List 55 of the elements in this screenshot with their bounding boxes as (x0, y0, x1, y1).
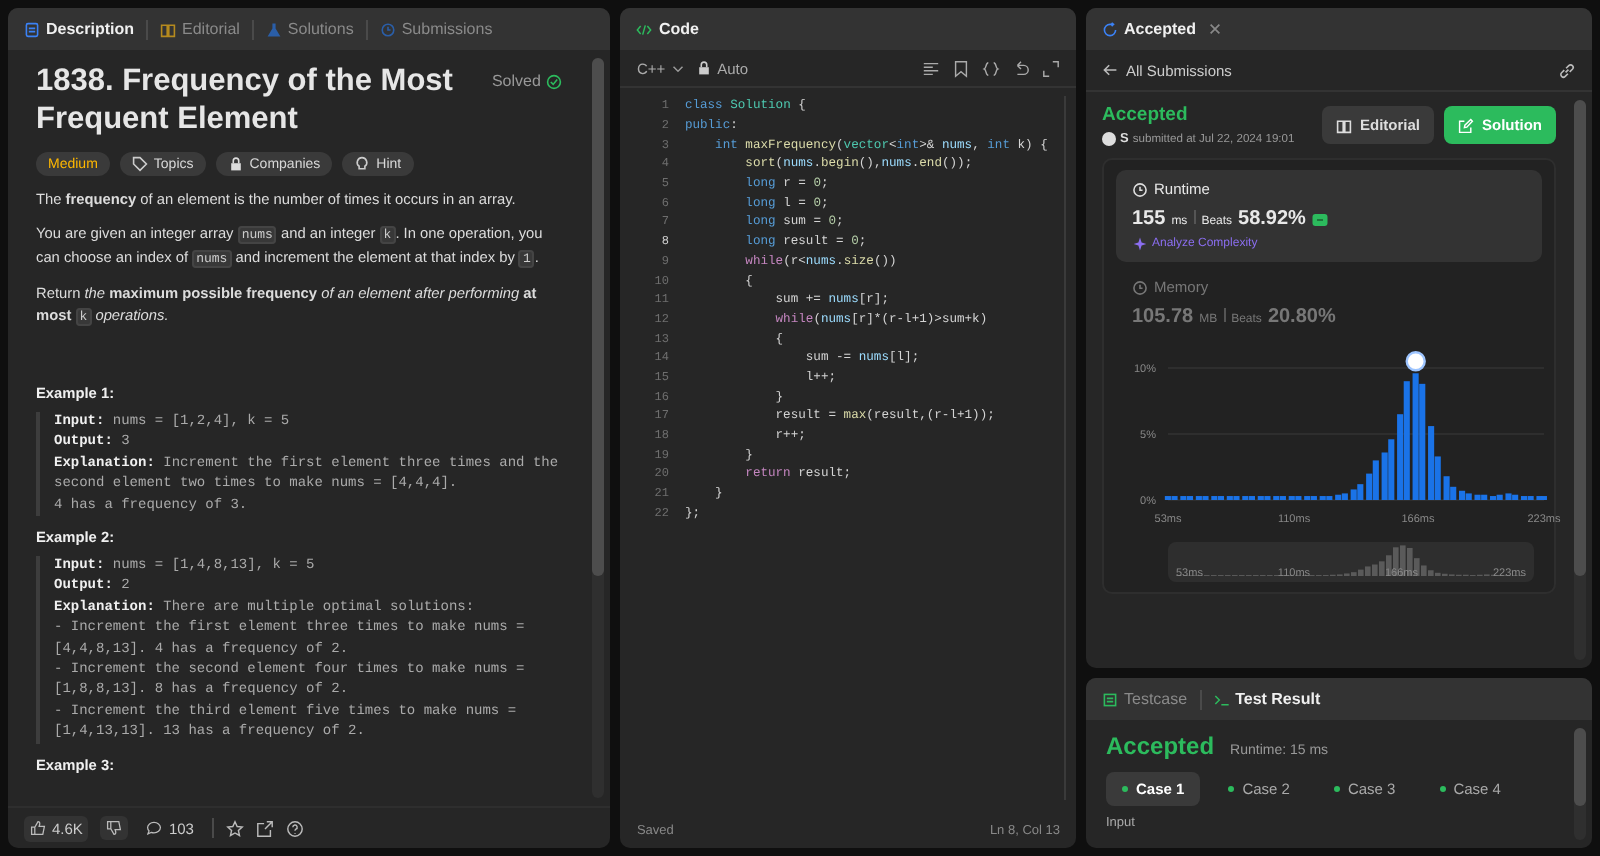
solved-status: Solved (491, 72, 563, 90)
help-icon[interactable] (285, 819, 304, 837)
metric-value: 155 (1132, 208, 1166, 230)
problem-title: 1838. Frequency of the Most Frequent Element (36, 62, 455, 138)
panel-title: Code (632, 20, 703, 38)
document-icon (24, 21, 40, 37)
scrollbar[interactable] (592, 58, 605, 798)
close-icon[interactable] (1208, 22, 1223, 36)
expand-icon[interactable] (1042, 59, 1060, 77)
clock-icon (1132, 181, 1148, 197)
code-icon (636, 21, 653, 37)
panel-tab[interactable]: Description (20, 20, 139, 38)
tag-icon (131, 156, 148, 172)
panel-tab[interactable]: Test Result (1209, 690, 1325, 708)
avatar (1102, 132, 1116, 146)
thumbs-down-icon (106, 820, 123, 836)
dislike-button[interactable] (100, 816, 129, 840)
edit-icon (1458, 117, 1474, 133)
braces-icon[interactable] (982, 59, 1000, 77)
sparkle-icon (1132, 236, 1148, 252)
bookmark-icon[interactable] (952, 59, 970, 77)
star-icon[interactable] (225, 819, 244, 837)
check-circle-icon (546, 73, 563, 89)
lightbulb-icon (354, 156, 371, 172)
verdict-text: Accepted (1106, 732, 1215, 760)
metric-value: 105.78 (1132, 306, 1194, 328)
panel-tab[interactable]: Editorial (156, 20, 244, 38)
beats-percent: 58.92% (1238, 208, 1306, 230)
caret-icon (671, 63, 684, 73)
lock-icon (227, 156, 244, 172)
share-icon[interactable] (255, 819, 274, 837)
checklist-icon (1102, 691, 1118, 707)
back-arrow-icon (1102, 62, 1118, 78)
speech-bubble-icon (146, 820, 163, 836)
book-icon (160, 21, 177, 37)
verdict-text: Accepted (1102, 104, 1190, 126)
format-icon[interactable] (922, 59, 940, 77)
link-icon[interactable] (1558, 61, 1576, 79)
book-icon (1335, 117, 1352, 133)
panel-tab[interactable]: Submissions (375, 20, 497, 38)
lock-icon (695, 60, 712, 76)
beats-percent: 20.80% (1267, 306, 1336, 328)
scrollbar[interactable] (1574, 728, 1586, 840)
badge-icon (1311, 213, 1328, 225)
terminal-icon (1213, 691, 1230, 707)
panel-tab[interactable]: Solutions (261, 20, 358, 38)
panel-tab[interactable]: Accepted (1098, 20, 1201, 38)
history-icon (379, 21, 396, 37)
panel-tab[interactable]: Testcase (1098, 690, 1192, 708)
flask-icon (265, 21, 282, 37)
thumbs-up-icon (30, 820, 46, 836)
submission-marker (1405, 351, 1426, 372)
refresh-icon (1102, 21, 1118, 37)
undo-icon[interactable] (1012, 59, 1030, 77)
scrollbar[interactable] (1574, 100, 1586, 660)
